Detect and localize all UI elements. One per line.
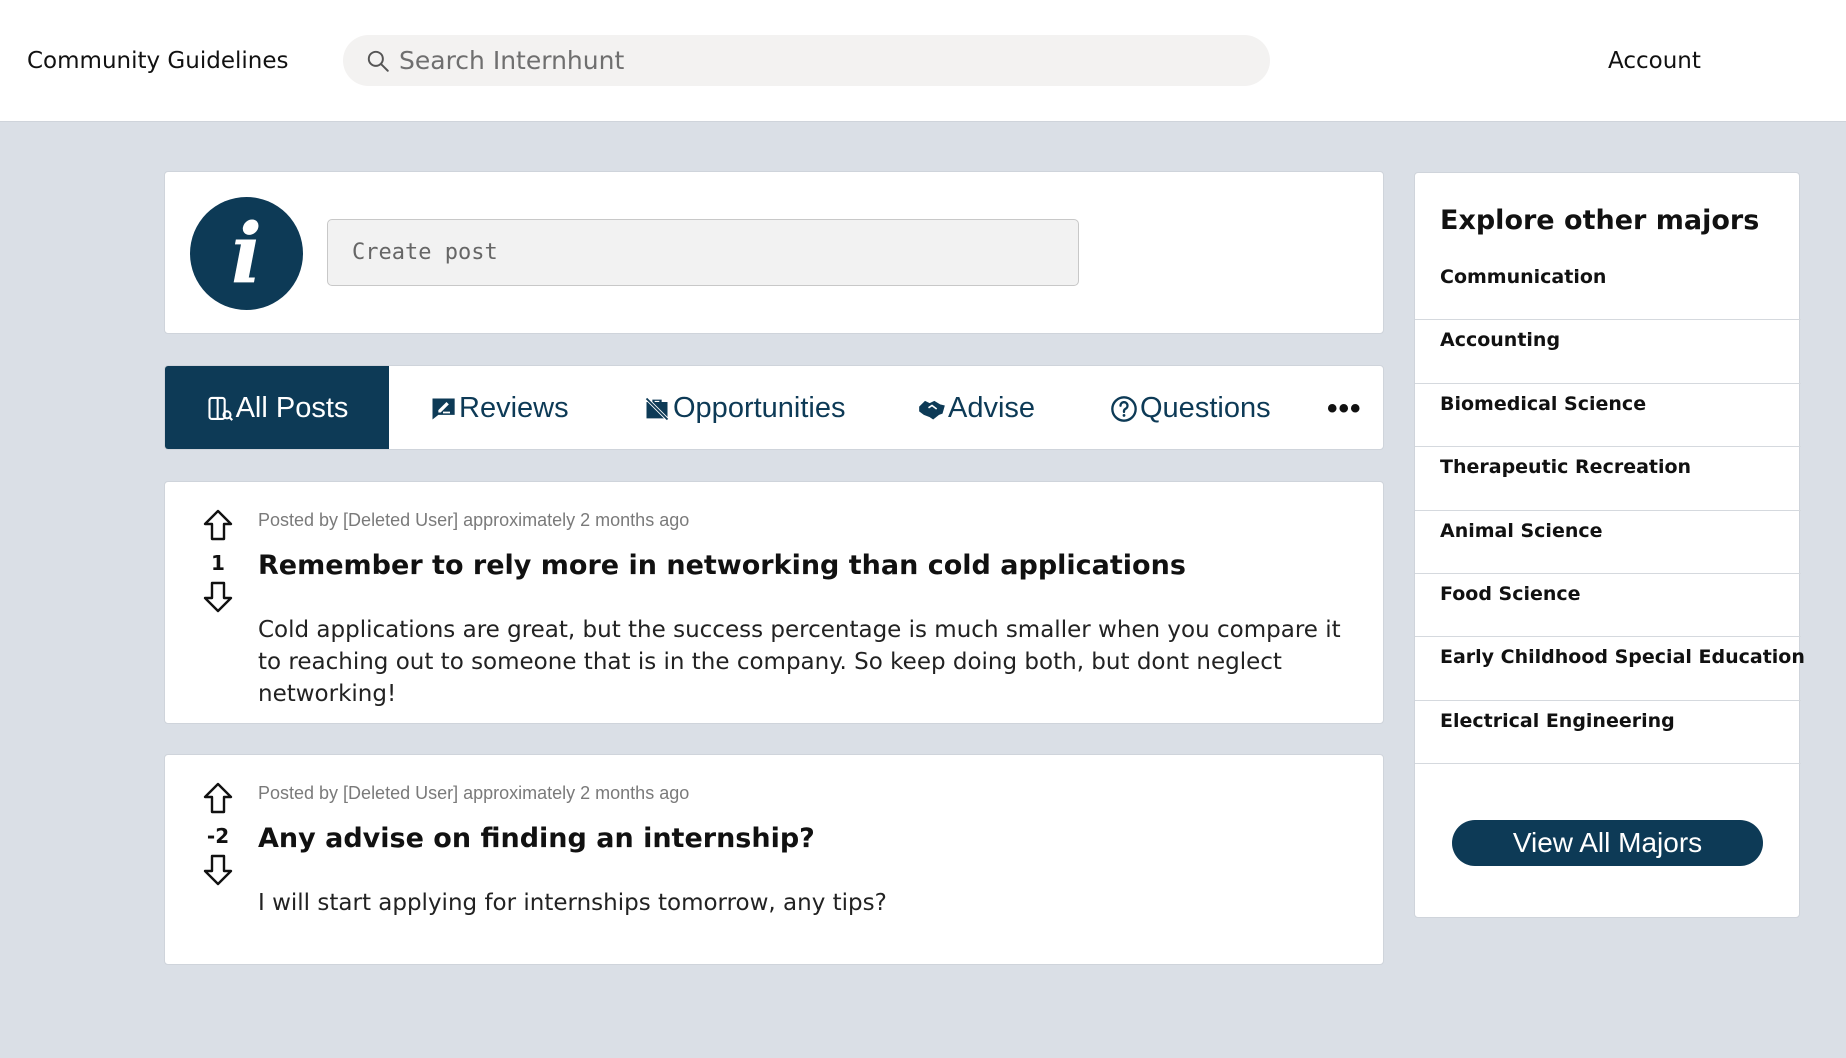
tab-reviews[interactable]: Reviews: [429, 366, 569, 449]
search-input[interactable]: [399, 46, 1239, 75]
review-icon: [431, 398, 455, 419]
tab-label: Questions: [1140, 392, 1271, 424]
explore-majors-sidebar: Explore other majors Communication Accou…: [1414, 172, 1805, 918]
upvote-arrow-icon[interactable]: [203, 509, 233, 541]
top-navbar: Community Guidelines Account: [0, 0, 1846, 122]
major-item[interactable]: Communication: [1415, 257, 1801, 321]
search-bar[interactable]: [343, 35, 1270, 86]
tab-opportunities[interactable]: Opportunities: [643, 366, 846, 449]
post-body: I will start applying for internships to…: [258, 890, 887, 916]
post-meta: Posted by [Deleted User] approximately 2…: [258, 510, 690, 530]
handshake-icon: [919, 400, 945, 419]
post-card[interactable]: 1 Posted by [Deleted User] approximately…: [164, 481, 1384, 724]
account-link[interactable]: Account: [1608, 48, 1701, 74]
sidebar-title: Explore other majors: [1440, 205, 1760, 236]
post-body: Cold applications are great, but the suc…: [258, 617, 1341, 707]
post-title[interactable]: Remember to rely more in networking than…: [258, 550, 1186, 581]
tab-label: Advise: [948, 392, 1036, 424]
post-title[interactable]: Any advise on finding an internship?: [258, 823, 815, 854]
post-meta: Posted by [Deleted User] approximately 2…: [258, 783, 690, 803]
avatar-glyph: i: [230, 205, 263, 302]
vote-score: 1: [211, 551, 225, 575]
tab-all-posts[interactable]: All Posts: [165, 366, 389, 449]
create-post-card: i: [164, 171, 1384, 334]
create-post-input[interactable]: [327, 219, 1079, 286]
major-item[interactable]: Therapeutic Recreation: [1415, 447, 1801, 511]
tab-label: Reviews: [459, 392, 569, 424]
vote-control: 1: [201, 509, 235, 613]
major-item[interactable]: Animal Science: [1415, 511, 1801, 574]
view-all-majors-button[interactable]: View All Majors: [1452, 820, 1763, 866]
info-icon: i: [190, 197, 303, 310]
all-posts-icon: [208, 396, 233, 421]
upvote-arrow-icon[interactable]: [203, 782, 233, 814]
downvote-arrow-icon[interactable]: [203, 581, 233, 613]
major-item[interactable]: Accounting: [1415, 320, 1801, 384]
more-options-button[interactable]: •••: [1327, 366, 1362, 449]
search-icon: [367, 50, 389, 72]
vote-score: -2: [206, 824, 230, 848]
vote-control: -2: [201, 782, 235, 886]
tab-questions[interactable]: Questions: [1110, 366, 1271, 449]
major-item[interactable]: Biomedical Science: [1415, 384, 1801, 448]
tab-label: All Posts: [235, 392, 349, 424]
briefcase-off-icon: [645, 396, 669, 421]
downvote-arrow-icon[interactable]: [203, 854, 233, 886]
post-filter-tabs: All Posts Reviews Opportunities Advise Q…: [164, 365, 1384, 450]
major-item[interactable]: Electrical Engineering: [1415, 701, 1801, 765]
major-item[interactable]: Early Childhood Special Education: [1415, 637, 1805, 701]
tab-label: Opportunities: [673, 392, 846, 424]
majors-list: Communication Accounting Biomedical Scie…: [1415, 257, 1805, 765]
major-item[interactable]: Food Science: [1415, 574, 1801, 638]
tab-advise[interactable]: Advise: [918, 366, 1036, 449]
post-card[interactable]: -2 Posted by [Deleted User] approximatel…: [164, 754, 1384, 965]
community-guidelines-link[interactable]: Community Guidelines: [27, 48, 288, 74]
question-circle-icon: [1111, 395, 1137, 422]
